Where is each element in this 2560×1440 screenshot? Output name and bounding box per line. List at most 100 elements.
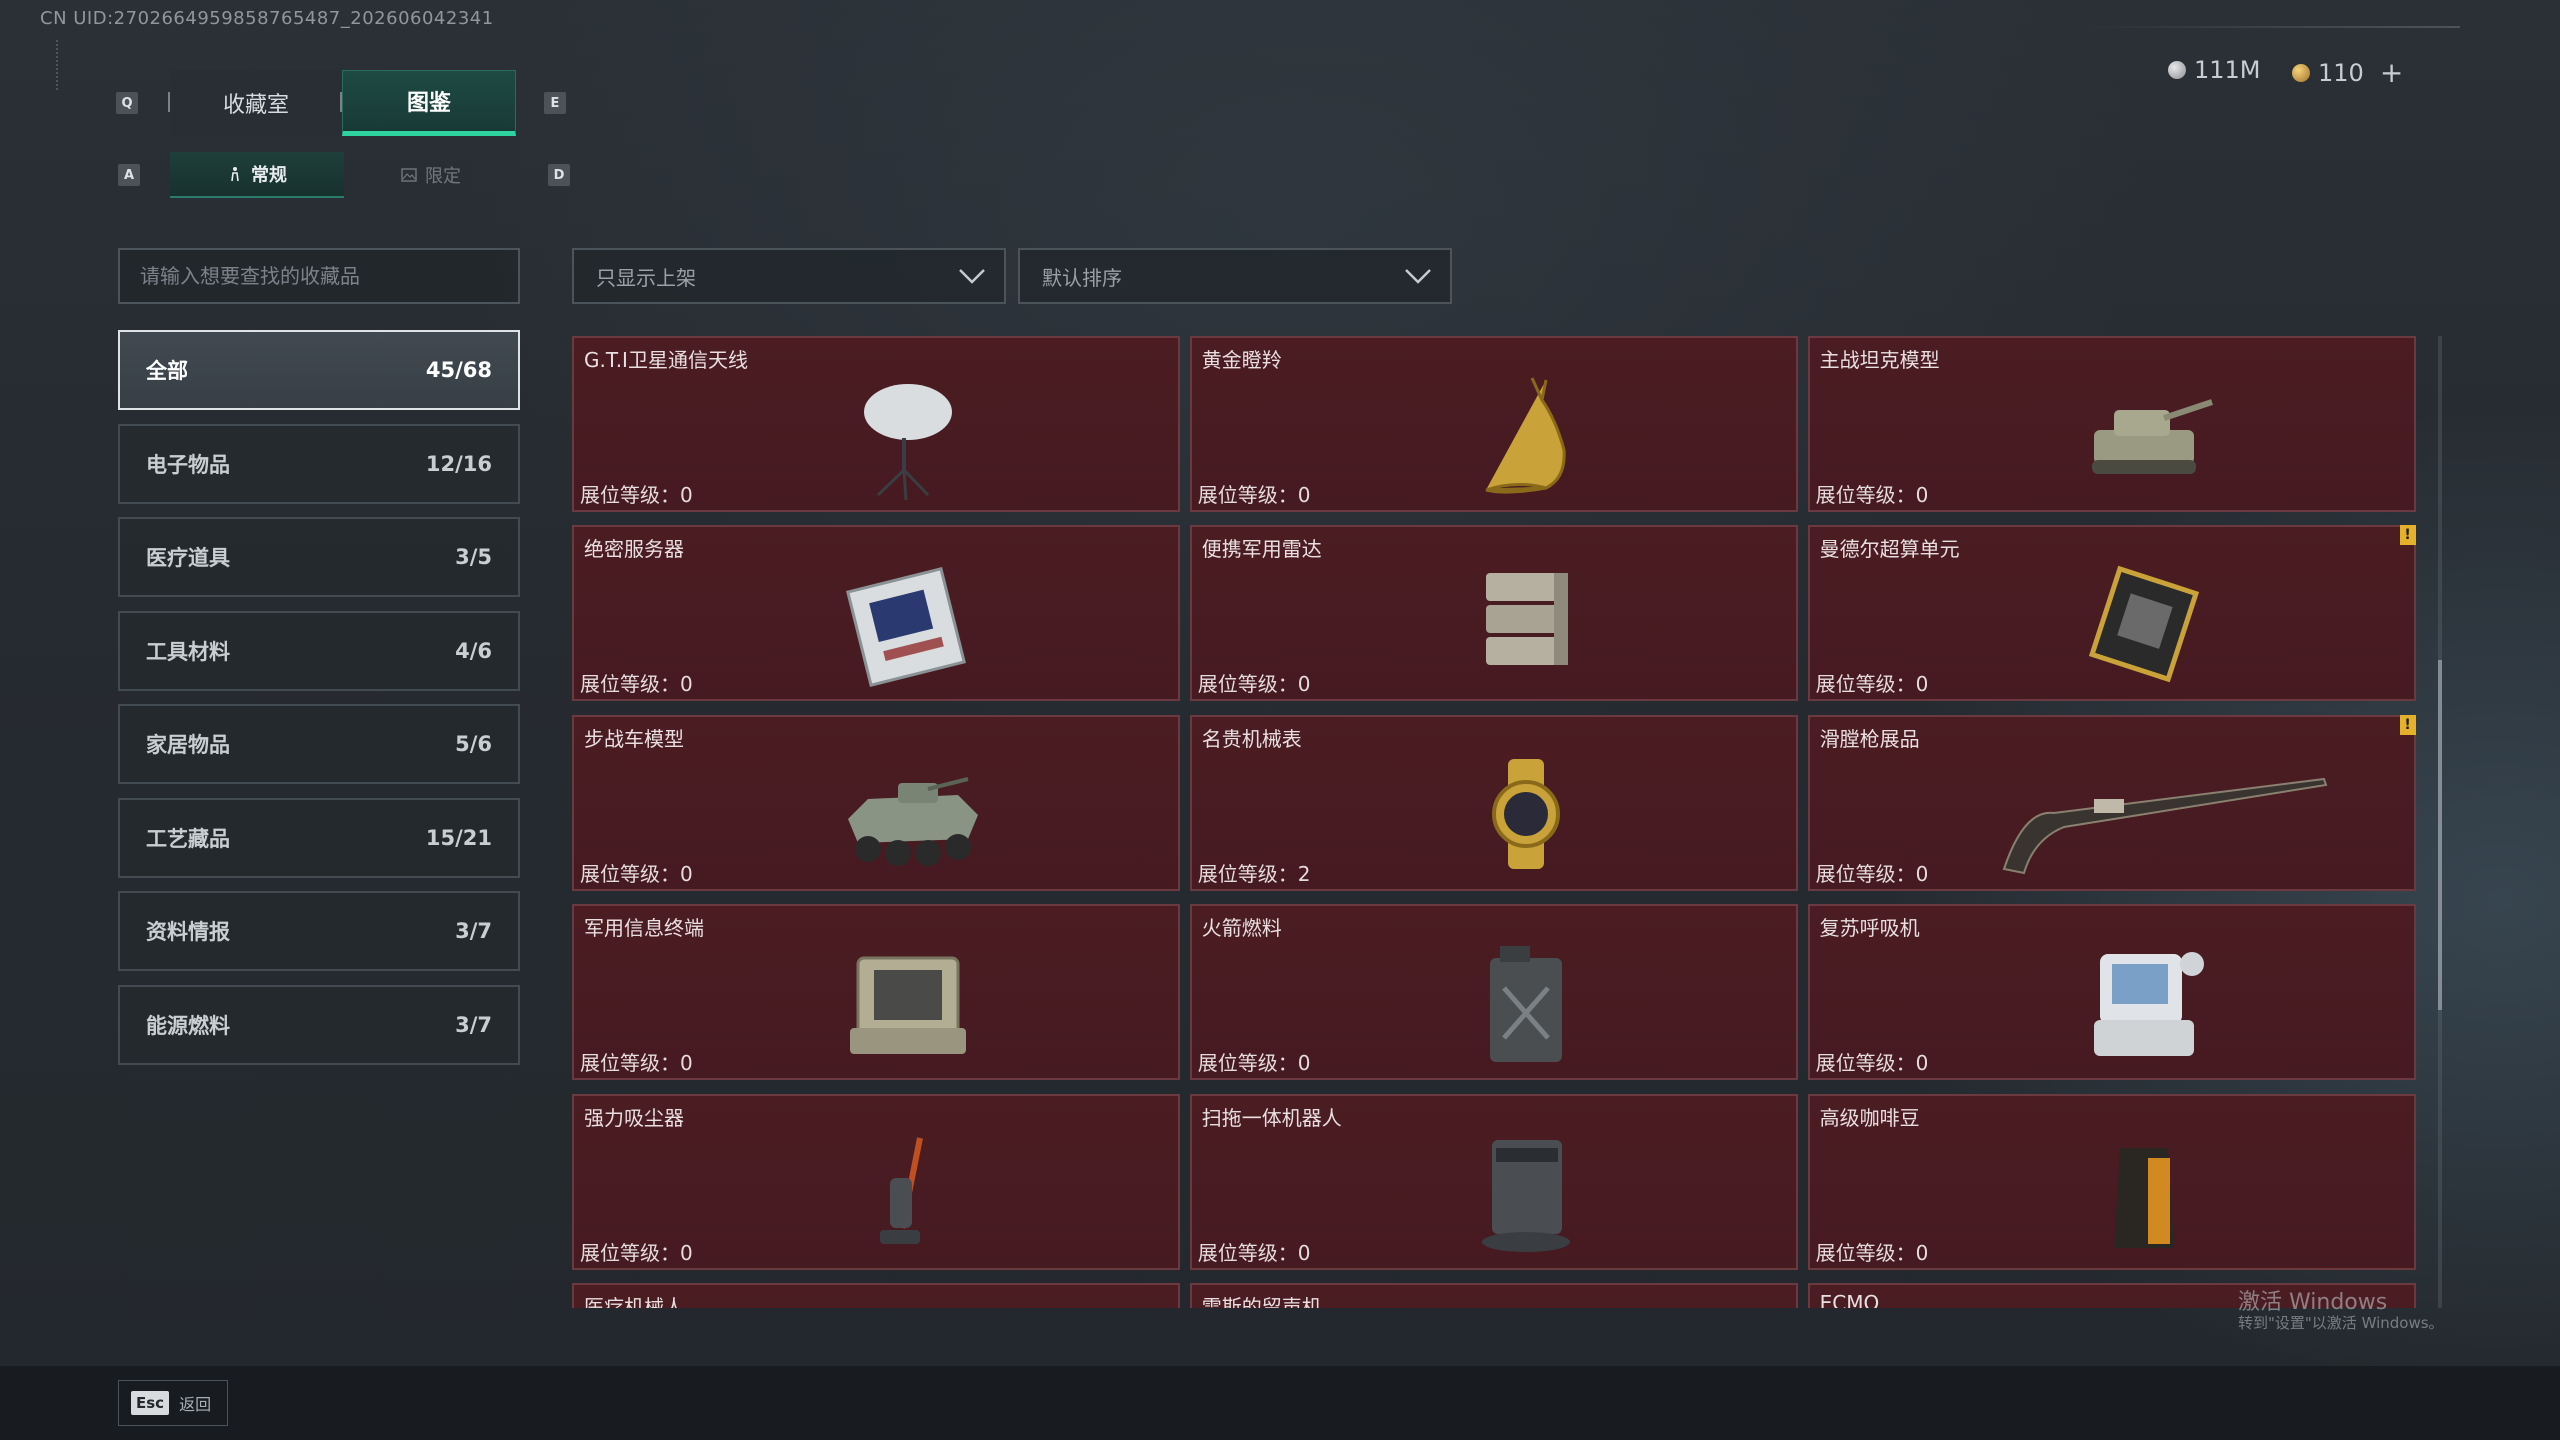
card-title: 复苏呼吸机 (1819, 916, 1920, 941)
category-count: 3/5 (455, 545, 492, 569)
booth-level: 展位等级：2 (1198, 858, 1311, 887)
collection-card[interactable]: 雷斯的留声机 (1189, 1282, 1798, 1308)
category-label: 工艺藏品 (146, 826, 230, 851)
booth-level-prefix: 展位等级： (1815, 861, 1916, 886)
booth-level: 展位等级：0 (1198, 1237, 1311, 1266)
collection-card[interactable]: 曼德尔超算单元 展位等级：0! (1807, 525, 2416, 702)
satellite-dish-icon (828, 360, 988, 506)
collection-card[interactable]: 军用信息终端 展位等级：0 (572, 904, 1180, 1081)
booth-level: 展位等级：0 (1198, 668, 1311, 697)
collection-card[interactable]: 名贵机械表 展位等级：2 (1189, 714, 1798, 891)
scrollbar-thumb[interactable] (2438, 660, 2442, 1010)
subtab-limited[interactable]: 限定 (344, 152, 518, 198)
card-title: 曼德尔超算单元 (1819, 537, 1960, 562)
category-item[interactable]: 资料情报 3/7 (118, 891, 520, 971)
collection-card[interactable]: 火箭燃料 展位等级：0 (1189, 904, 1798, 1081)
booth-level-value: 2 (1297, 861, 1311, 886)
category-item[interactable]: 电子物品 12/16 (118, 423, 520, 504)
card-title: 高级咖啡豆 (1819, 1105, 1920, 1130)
booth-level-value: 0 (1297, 483, 1311, 507)
key-hint-q: Q (116, 92, 138, 114)
collection-card[interactable]: 步战车模型 展位等级：0 (572, 714, 1180, 891)
collection-grid: G.T.I卫星通信天线 展位等级：0 黄金瞪羚 展位等级：0 主战坦克模型 展位等级：0 绝… (572, 336, 2426, 1308)
collection-card[interactable]: 强力吸尘器 展位等级：0 (572, 1093, 1180, 1270)
medical-robot-icon (828, 1307, 988, 1308)
booth-level-value: 0 (680, 483, 693, 507)
collection-card[interactable]: 绝密服务器展位等级：0 (572, 525, 1180, 702)
booth-level-prefix: 展位等级： (1197, 1240, 1298, 1265)
collection-card[interactable]: 滑膛枪展品 展位等级：0! (1807, 714, 2416, 891)
tab-codex[interactable]: 图鉴 (342, 70, 516, 136)
card-title: 扫拖一体机器人 (1201, 1105, 1342, 1130)
booth-level-value: 0 (1915, 672, 1929, 697)
category-item[interactable]: 能源燃料 3/7 (118, 984, 520, 1065)
supercompute-unit-icon (2064, 549, 2224, 695)
subtab-regular[interactable]: 常规 (170, 152, 344, 198)
booth-level: 展位等级：0 (1816, 1237, 1929, 1266)
booth-level-prefix: 展位等级： (580, 1240, 680, 1265)
ifv-model-icon (828, 739, 988, 885)
category-count: 45/68 (425, 358, 492, 382)
booth-level-prefix: 展位等级： (580, 672, 680, 697)
booth-level-prefix: 展位等级： (1197, 483, 1298, 507)
warning-icon: ! (2399, 714, 2416, 735)
card-title: 绝密服务器 (584, 537, 684, 562)
collection-card[interactable]: G.T.I卫星通信天线 展位等级：0 (572, 336, 1180, 512)
card-title: ECMO (1819, 1290, 1880, 1308)
gold-currency: 110 + (2292, 56, 2403, 89)
subtab-regular-label: 常规 (251, 165, 287, 186)
watch-icon (1446, 739, 1606, 885)
subtab-limited-label: 限定 (425, 166, 461, 187)
booth-level: 展位等级：0 (580, 479, 693, 508)
search-input[interactable] (118, 248, 520, 304)
category-item[interactable]: 医疗道具 3/5 (118, 517, 520, 597)
gramophone-icon (1446, 1307, 1606, 1308)
category-label: 能源燃料 (146, 1013, 230, 1038)
shelf-filter-value: 只显示上架 (596, 265, 696, 290)
category-all[interactable]: 全部 45/68 (118, 330, 520, 410)
gold-gazelle-icon (1446, 360, 1606, 506)
ventilator-icon (2064, 928, 2224, 1074)
collection-card[interactable]: 复苏呼吸机 展位等级：0 (1807, 904, 2416, 1081)
card-title: 火箭燃料 (1201, 916, 1282, 941)
collection-card[interactable]: 扫拖一体机器人展位等级：0 (1189, 1093, 1798, 1270)
category-count: 3/7 (455, 919, 492, 943)
booth-level-prefix: 展位等级： (1815, 672, 1916, 697)
card-title: 主战坦克模型 (1819, 348, 1940, 372)
booth-level-value: 0 (680, 672, 693, 697)
collection-card[interactable]: 黄金瞪羚 展位等级：0 (1189, 336, 1798, 512)
booth-level-value: 0 (680, 861, 693, 886)
back-button[interactable]: Esc 返回 (118, 1380, 228, 1426)
add-currency-button[interactable]: + (2380, 56, 2403, 89)
shelf-filter-dropdown[interactable]: 只显示上架 (572, 248, 1006, 304)
collection-card[interactable]: 便携军用雷达展位等级：0 (1189, 525, 1798, 702)
category-item[interactable]: 工具材料 4/6 (118, 610, 520, 691)
booth-level-value: 0 (1297, 1240, 1311, 1265)
sort-dropdown[interactable]: 默认排序 (1018, 248, 1452, 304)
collection-card[interactable]: 医疗机械人 (572, 1282, 1180, 1308)
tab-collection-room[interactable]: 收藏室 (170, 70, 342, 136)
figure-icon (231, 167, 239, 182)
card-title: 步战车模型 (584, 726, 684, 751)
card-title: 便携军用雷达 (1201, 537, 1322, 562)
category-item[interactable]: 家居物品 5/6 (118, 704, 520, 784)
booth-level-value: 0 (680, 1240, 693, 1265)
tank-model-icon (2064, 360, 2224, 506)
category-count: 3/7 (455, 1012, 492, 1037)
gold-amount: 110 (2318, 58, 2364, 87)
windows-activation-subtitle: 转到"设置"以激活 Windows。 (2238, 1314, 2444, 1332)
category-item[interactable]: 工艺藏品 15/21 (118, 797, 520, 878)
back-label: 返回 (179, 1395, 212, 1414)
category-label: 电子物品 (146, 452, 230, 477)
category-count: 12/16 (425, 451, 492, 476)
category-count: 15/21 (425, 825, 492, 850)
booth-level: 展位等级：0 (1816, 668, 1929, 697)
collection-card[interactable]: 主战坦克模型 展位等级：0 (1807, 336, 2416, 512)
booth-level-prefix: 展位等级： (1815, 1051, 1916, 1076)
collection-card[interactable]: 高级咖啡豆展位等级：0 (1807, 1093, 2416, 1270)
category-label: 资料情报 (146, 920, 230, 944)
booth-level-prefix: 展位等级： (1815, 483, 1916, 507)
booth-level-value: 0 (1297, 672, 1311, 697)
category-label: 医疗道具 (146, 546, 230, 570)
category-label: 家居物品 (146, 733, 230, 757)
